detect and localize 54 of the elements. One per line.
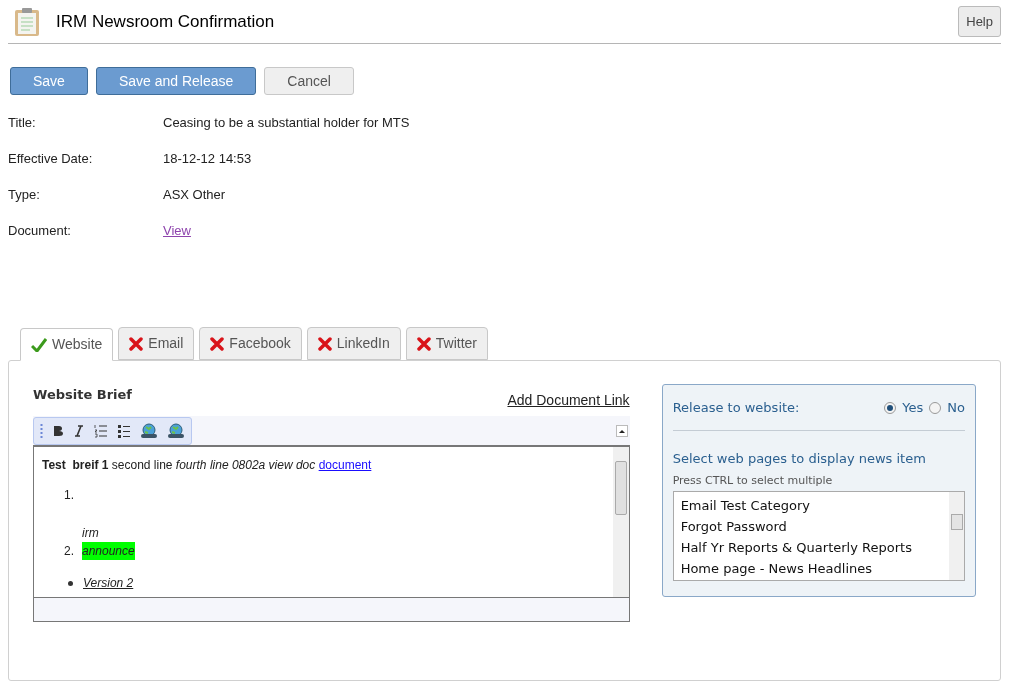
numbered-list-icon[interactable] — [94, 423, 108, 438]
check-icon — [31, 337, 47, 352]
tab[interactable]: Twitter — [405, 327, 488, 360]
list-number: 2. — [64, 543, 75, 560]
cross-icon — [210, 336, 225, 351]
list-text: Version 2 — [83, 575, 134, 592]
radio-label: Yes — [902, 398, 924, 417]
radio-button[interactable] — [884, 401, 897, 414]
radio-button[interactable] — [929, 401, 942, 414]
bold-icon[interactable] — [52, 424, 64, 437]
field-label: Effective Date: — [8, 150, 94, 169]
pages-title: Select web pages to display news item — [672, 450, 927, 468]
pages-listbox[interactable]: Email Test Category Forgot Password Half Yr Reports & Quarterly Reports Home page - News Headlines — [672, 491, 965, 581]
brief-text: Test breif 1 second line fourth line 0802a view doc — [42, 458, 316, 472]
cross-icon — [317, 336, 332, 351]
page-option[interactable]: Home page - News Headlines — [680, 558, 942, 579]
scrollbar[interactable] — [949, 492, 964, 580]
tab[interactable]: Website — [20, 328, 114, 361]
italic-icon[interactable] — [73, 424, 85, 437]
pages-hint: Press CTRL to select multiple — [672, 472, 834, 489]
list-number: 1. — [64, 487, 75, 504]
document-link[interactable]: document — [318, 458, 372, 472]
unlink-icon[interactable] — [167, 422, 185, 439]
editor-area[interactable]: Test breif 1 second line fourth line 0802a view doc document 1. irm 2. announce Version 2 — [33, 447, 630, 598]
tab[interactable]: LinkedIn — [306, 327, 401, 360]
clipboard-icon — [14, 6, 40, 37]
list-text: announce — [82, 542, 135, 560]
add-document-link[interactable]: Add Document Link — [507, 390, 630, 411]
radio-label: No — [947, 398, 965, 417]
help-button[interactable]: Help — [958, 5, 1001, 38]
link-icon[interactable] — [140, 422, 158, 439]
scrollbar[interactable] — [612, 447, 629, 597]
view-link[interactable]: View — [163, 221, 191, 241]
page-title: IRM Newsroom Confirmation — [56, 10, 275, 33]
cross-icon — [129, 336, 144, 351]
cross-icon — [416, 336, 431, 351]
page-option[interactable]: Email Test Category — [680, 495, 942, 516]
action-button[interactable]: Cancel — [264, 67, 354, 95]
tab[interactable]: Email — [118, 327, 195, 360]
field-label: Document: — [8, 222, 72, 241]
bullet-list-icon[interactable] — [117, 423, 131, 438]
tab[interactable]: Facebook — [199, 327, 302, 360]
field-value: ASX Other — [163, 186, 226, 205]
field-label: Type: — [8, 186, 41, 205]
brief-title: Website Brief — [33, 385, 132, 404]
toolbar-grip-icon — [40, 422, 43, 439]
release-label: Release to website: — [672, 398, 800, 417]
page-option[interactable]: Forgot Password — [680, 516, 942, 537]
field-value: Ceasing to be a substantial holder for MTS — [163, 114, 410, 133]
page-option[interactable]: Half Yr Reports & Quarterly Reports — [680, 537, 942, 558]
list-note: irm — [82, 525, 100, 542]
scroll-up-icon[interactable] — [615, 424, 628, 437]
field-label: Title: — [8, 114, 37, 133]
field-value: 18-12-12 14:53 — [163, 150, 252, 169]
